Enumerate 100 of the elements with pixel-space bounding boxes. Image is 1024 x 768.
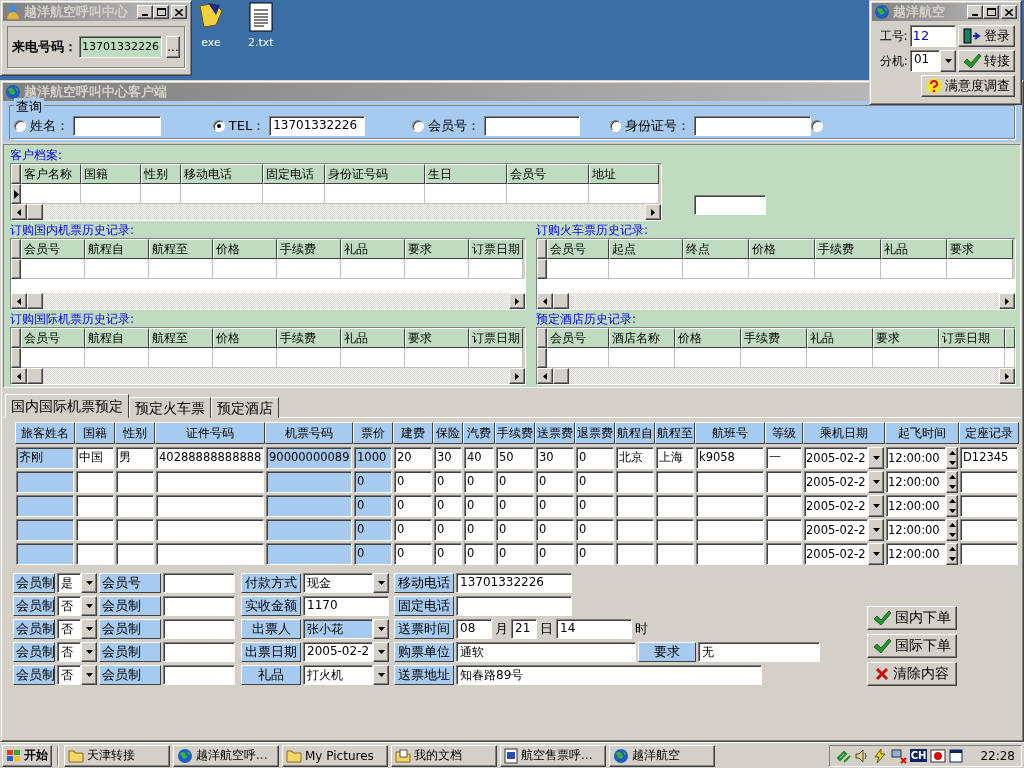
survey-button[interactable]: 满意度调查	[921, 75, 1015, 97]
dropdown-button[interactable]	[868, 495, 884, 517]
speaker-icon[interactable]	[854, 747, 869, 764]
table-cell[interactable]	[266, 543, 352, 565]
table-cell[interactable]: 0	[496, 519, 534, 541]
radio-button[interactable]	[411, 120, 424, 132]
dropdown-button[interactable]	[373, 572, 389, 593]
table-cell[interactable]	[766, 495, 802, 517]
table-cell[interactable]: k9058	[696, 447, 764, 469]
input-field[interactable]: 1170	[303, 595, 389, 616]
table-cell[interactable]	[76, 495, 114, 517]
table-cell[interactable]: 0	[354, 543, 392, 565]
date-field[interactable]: 2005-02-2	[804, 447, 868, 469]
maximize-button[interactable]	[983, 5, 999, 19]
table-cell[interactable]: 0	[464, 471, 494, 493]
table-cell[interactable]: 0	[496, 495, 534, 517]
input-field[interactable]: 通软	[456, 641, 636, 662]
table-cell[interactable]: 齐刚	[16, 447, 74, 469]
search-field[interactable]: 13701332226	[269, 116, 366, 136]
table-cell[interactable]: 0	[576, 471, 614, 493]
table-cell[interactable]: 50	[496, 447, 534, 469]
table-cell[interactable]: 30	[434, 447, 462, 469]
dropdown-button[interactable]	[81, 572, 97, 593]
tab[interactable]: 国内国际机票预定	[5, 394, 129, 418]
table-cell[interactable]	[156, 543, 264, 565]
table-cell[interactable]	[116, 495, 154, 517]
input-field[interactable]	[163, 618, 235, 639]
date-field[interactable]: 2005-02-2	[804, 519, 868, 541]
table-cell[interactable]: 0	[394, 495, 432, 517]
table-cell[interactable]	[656, 495, 694, 517]
table-cell[interactable]: 0	[576, 495, 614, 517]
desktop-icon-label[interactable]: exe	[201, 36, 221, 49]
table-cell[interactable]	[156, 519, 264, 541]
table-cell[interactable]	[696, 543, 764, 565]
radio-button[interactable]	[212, 120, 225, 132]
input-field[interactable]: 无	[698, 641, 820, 662]
spin-button[interactable]	[946, 447, 958, 469]
scroll-right-button[interactable]	[645, 204, 661, 220]
table-cell[interactable]: 0	[576, 519, 614, 541]
scroll-right-button[interactable]	[999, 293, 1015, 309]
input-field[interactable]	[163, 572, 235, 593]
scrollbar-thumb[interactable]	[553, 293, 569, 309]
table-cell[interactable]	[76, 519, 114, 541]
payment-dropdown[interactable]: 打火机	[303, 664, 373, 685]
table-cell[interactable]	[960, 519, 1018, 541]
tab[interactable]: 预定火车票	[129, 397, 211, 418]
table-cell[interactable]: 0	[434, 471, 462, 493]
table-cell[interactable]: 中国	[76, 447, 114, 469]
input-field[interactable]	[694, 195, 766, 215]
table-cell[interactable]: 0	[434, 519, 462, 541]
scroll-left-button[interactable]	[537, 368, 553, 384]
table-cell[interactable]: 0	[434, 495, 462, 517]
dropdown-button[interactable]	[373, 641, 389, 662]
input-field[interactable]: 21	[511, 618, 537, 639]
dropdown-button[interactable]	[868, 447, 884, 469]
scroll-left-button[interactable]	[537, 293, 553, 309]
table-cell[interactable]: 0	[464, 519, 494, 541]
scroll-left-button[interactable]	[11, 204, 27, 220]
table-cell[interactable]	[16, 543, 74, 565]
table-cell[interactable]	[766, 543, 802, 565]
dropdown-button[interactable]	[868, 543, 884, 565]
row-indicator[interactable]	[11, 259, 21, 279]
dropdown-button[interactable]	[81, 595, 97, 616]
input-field[interactable]: 08	[456, 618, 492, 639]
taskbar-button[interactable]: 我的文档	[391, 744, 497, 767]
table-cell[interactable]	[616, 519, 654, 541]
table-cell[interactable]	[156, 495, 264, 517]
lightning-icon[interactable]	[871, 747, 888, 764]
input-field[interactable]	[456, 595, 572, 616]
login-button[interactable]: 登录	[958, 25, 1015, 47]
member-dropdown[interactable]: 否	[57, 641, 81, 662]
table-cell[interactable]	[116, 519, 154, 541]
spin-button[interactable]	[946, 471, 958, 493]
taskbar-button[interactable]: 越洋航空	[609, 744, 715, 767]
scroll-right-button[interactable]	[509, 368, 525, 384]
table-cell[interactable]	[16, 471, 74, 493]
table-cell[interactable]: 1000	[354, 447, 392, 469]
table-cell[interactable]: 0	[434, 543, 462, 565]
taskbar-button[interactable]: 天津转接	[64, 744, 170, 767]
member-dropdown[interactable]: 是	[57, 572, 81, 593]
spin-button[interactable]	[946, 519, 958, 541]
date-field[interactable]: 2005-02-2	[804, 471, 868, 493]
table-cell[interactable]: 0	[354, 471, 392, 493]
radio-button[interactable]	[811, 120, 824, 132]
language-indicator[interactable]: CH	[909, 749, 928, 762]
table-cell[interactable]: 0	[354, 495, 392, 517]
extension-dropdown[interactable]: 01	[909, 50, 940, 72]
member-dropdown[interactable]: 否	[57, 595, 81, 616]
table-cell[interactable]	[696, 471, 764, 493]
table-cell[interactable]: 0	[536, 471, 574, 493]
taskbar-button[interactable]: 航空售票呼...	[500, 744, 606, 767]
minimize-button[interactable]	[137, 5, 153, 19]
member-dropdown[interactable]: 否	[57, 664, 81, 685]
table-cell[interactable]	[156, 471, 264, 493]
search-field[interactable]	[73, 116, 161, 136]
table-cell[interactable]: 0	[354, 519, 392, 541]
table-cell[interactable]: 北京	[616, 447, 654, 469]
table-cell[interactable]	[16, 495, 74, 517]
time-field[interactable]: 12:00:00	[886, 519, 946, 541]
computer-icon[interactable]	[890, 747, 907, 764]
